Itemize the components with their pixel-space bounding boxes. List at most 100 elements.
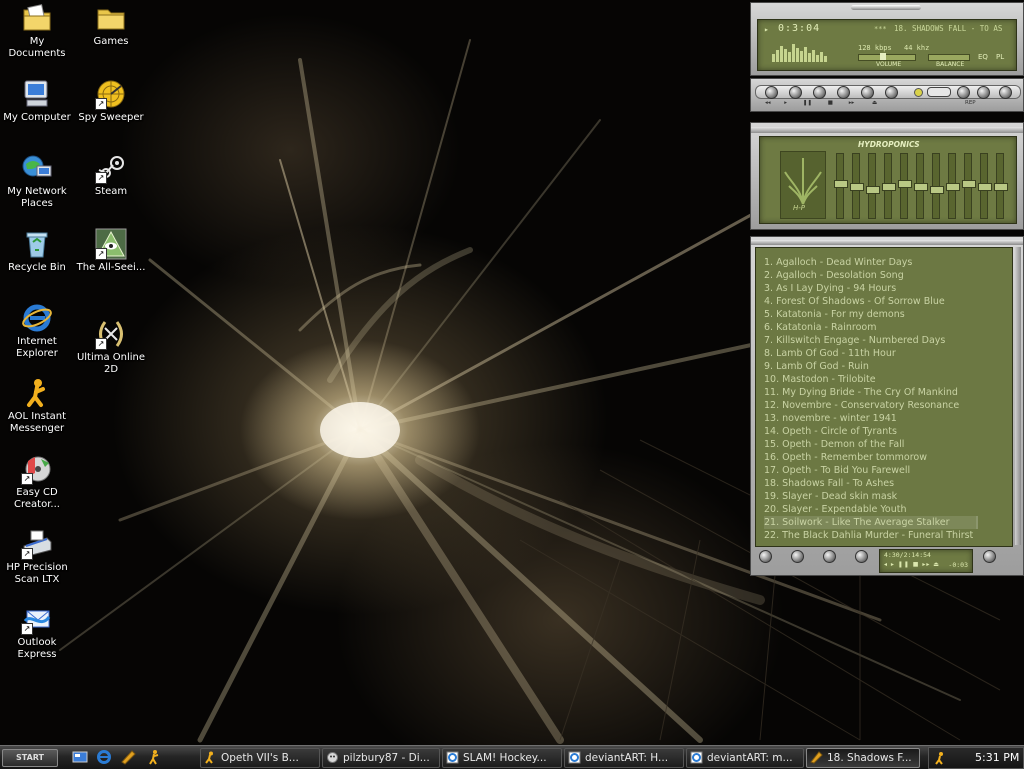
eq-band-slider[interactable] xyxy=(930,153,944,219)
playlist-scrollbar[interactable] xyxy=(1015,247,1021,545)
eq-band-handle[interactable] xyxy=(850,183,864,191)
playlist-track-row[interactable]: 5. Katatonia - For my demons 5:43 xyxy=(764,308,978,321)
taskbar-button[interactable]: 18. Shadows F... xyxy=(806,748,920,768)
add-button[interactable] xyxy=(759,550,772,563)
eq-band-handle[interactable] xyxy=(834,180,848,188)
taskbar-button[interactable]: Opeth VII's B... xyxy=(200,748,320,768)
winamp-equalizer[interactable]: HYDROPONICS H-P xyxy=(750,122,1024,230)
playlist-track-row[interactable]: 16. Opeth - Remember tommorow 5:00 xyxy=(764,451,978,464)
eq-band-handle[interactable] xyxy=(882,183,896,191)
remove-button[interactable] xyxy=(791,550,804,563)
volume-handle[interactable] xyxy=(880,53,886,60)
eq-band-slider[interactable] xyxy=(866,153,880,219)
select-button[interactable] xyxy=(823,550,836,563)
next-button[interactable] xyxy=(861,86,874,99)
playlist-track-row[interactable]: 12. Novembre - Conservatory Resonance 7:0… xyxy=(764,399,978,412)
desktop-icon-my-computer[interactable]: My Computer xyxy=(0,78,74,124)
playlist-track-row[interactable]: 1. Agalloch - Dead Winter Days 7:51 xyxy=(764,256,978,269)
winamp-playlist[interactable]: 1. Agalloch - Dead Winter Days7:512. Aga… xyxy=(750,236,1024,576)
playlist-track-row[interactable]: 7. Killswitch Engage - Numbered Days 3:35 xyxy=(764,334,978,347)
desktop-icon-spy-sweeper[interactable]: ↗ Spy Sweeper xyxy=(74,78,148,124)
taskbar-button[interactable]: pilzbury87 - Di... xyxy=(322,748,440,768)
eq-band-handle[interactable] xyxy=(994,183,1008,191)
balance-slider[interactable] xyxy=(928,54,970,61)
winamp-titlebar[interactable] xyxy=(851,5,921,10)
stop-button[interactable] xyxy=(837,86,850,99)
playlist-track-row[interactable]: 3. As I Lay Dying - 94 Hours 3:10 xyxy=(764,282,978,295)
playlist-track-row[interactable]: 2. Agalloch - Desolation Song 5:08 xyxy=(764,269,978,282)
desktop-icon-recycle-bin[interactable]: Recycle Bin xyxy=(0,228,74,274)
eq-band-handle[interactable] xyxy=(978,183,992,191)
taskbar-button[interactable]: deviantART: m... xyxy=(686,748,804,768)
playlist-track-row[interactable]: 13. novembre - winter 1941 6:36 xyxy=(764,412,978,425)
desktop-icon-hp-scan[interactable]: ↗ HP Precision Scan LTX xyxy=(0,528,74,586)
eq-band-slider[interactable] xyxy=(834,153,848,219)
playlist-track-row[interactable]: 8. Lamb Of God - 11th Hour 3:44 xyxy=(764,347,978,360)
ie-quicklaunch-icon[interactable] xyxy=(96,749,112,765)
eq-band-handle[interactable] xyxy=(898,180,912,188)
eq-band-slider[interactable] xyxy=(946,153,960,219)
playlist-track-row[interactable]: 18. Shadows Fall - To Ashes 6:01 xyxy=(764,477,978,490)
playlist-track-row[interactable]: 11. My Dying Bride - The Cry Of Mankind 1… xyxy=(764,386,978,399)
taskbar-button[interactable]: deviantART: H... xyxy=(564,748,684,768)
previous-button[interactable] xyxy=(765,86,778,99)
shuffle-button[interactable] xyxy=(927,87,951,97)
repeat-button[interactable] xyxy=(957,86,970,99)
aim-quicklaunch-icon[interactable] xyxy=(146,749,162,765)
eq-band-slider[interactable] xyxy=(978,153,992,219)
playlist-track-row[interactable]: 21. Soilwork - Like The Average Stalker4… xyxy=(764,516,978,529)
eq-band-slider[interactable] xyxy=(898,153,912,219)
options-button[interactable] xyxy=(977,86,990,99)
track-title: 14. Opeth - Circle of Tyrants xyxy=(764,426,897,437)
eq-band-handle[interactable] xyxy=(866,186,880,194)
eq-band-slider[interactable] xyxy=(882,153,896,219)
misc-button[interactable] xyxy=(855,550,868,563)
eq-band-handle[interactable] xyxy=(914,183,928,191)
desktop-icon-network-places[interactable]: My Network Places xyxy=(0,152,74,210)
desktop-icon-internet-explorer[interactable]: Internet Explorer xyxy=(0,302,74,360)
eq-band-slider[interactable] xyxy=(850,153,864,219)
playlist-toggle[interactable]: PL xyxy=(996,53,1004,61)
close-button[interactable] xyxy=(999,86,1012,99)
start-button[interactable]: START xyxy=(2,749,58,767)
clock[interactable]: 5:31 PM xyxy=(975,751,1019,764)
eq-band-slider[interactable] xyxy=(994,153,1008,219)
eq-band-slider[interactable] xyxy=(962,153,976,219)
aim-tray-icon[interactable] xyxy=(933,751,947,765)
playlist-track-row[interactable]: 15. Opeth - Demon of the Fall 6:13 xyxy=(764,438,978,451)
desktop-icon-games[interactable]: Games xyxy=(74,2,148,48)
eq-band-handle[interactable] xyxy=(962,180,976,188)
play-button[interactable] xyxy=(789,86,802,99)
eq-toggle[interactable]: EQ xyxy=(978,53,988,61)
playlist-track-row[interactable]: 20. Slayer - Expendable Youth 4:10 xyxy=(764,503,978,516)
desktop-icon-outlook-express[interactable]: ↗ Outlook Express xyxy=(0,603,74,661)
playlist-track-row[interactable]: 9. Lamb Of God - Ruin 3:54 xyxy=(764,360,978,373)
eq-band-handle[interactable] xyxy=(930,186,944,194)
playlist-track-row[interactable]: 22. The Black Dahlia Murder - Funeral Th… xyxy=(764,529,978,542)
playlist-track-row[interactable]: 4. Forest Of Shadows - Of Sorrow Blue 11:… xyxy=(764,295,978,308)
winamp-main-window[interactable]: ▸ 0:3:04 *** 18. SHADOWS FALL - TO AS 12… xyxy=(750,2,1024,76)
eq-band-slider[interactable] xyxy=(914,153,928,219)
eject-button[interactable] xyxy=(885,86,898,99)
volume-slider[interactable] xyxy=(858,54,916,61)
playlist-track-row[interactable]: 14. Opeth - Circle of Tyrants 5:15 xyxy=(764,425,978,438)
mini-transport-icon[interactable]: ◂ ▸ ❚❚ ■ ▸▸ ⏏ xyxy=(884,561,940,568)
desktop-icon-easy-cd-creator[interactable]: ↗ Easy CD Creator... xyxy=(0,453,74,511)
desktop-icon-my-documents[interactable]: My Documents xyxy=(0,2,74,60)
pause-button[interactable] xyxy=(813,86,826,99)
desktop-icon-ultima-online[interactable]: ↗ Ultima Online 2D xyxy=(74,318,148,376)
list-options-button[interactable] xyxy=(983,550,996,563)
desktop-icon-steam[interactable]: ↗ Steam xyxy=(74,152,148,198)
desktop-icon-aim[interactable]: AOL Instant Messenger xyxy=(0,377,74,435)
desktop-icon-all-seeing[interactable]: ↗ The All-Seei... xyxy=(74,228,148,274)
playlist-titlebar[interactable] xyxy=(751,240,1023,245)
media-icon[interactable] xyxy=(120,749,136,765)
taskbar-button[interactable]: SLAM! Hockey... xyxy=(442,748,562,768)
show-desktop-icon[interactable] xyxy=(72,749,88,765)
playlist-track-row[interactable]: 17. Opeth - To Bid You Farewell 10:56 xyxy=(764,464,978,477)
playlist-track-row[interactable]: 6. Katatonia - Rainroom 6:31 xyxy=(764,321,978,334)
eq-band-handle[interactable] xyxy=(946,183,960,191)
playlist-track-row[interactable]: 19. Slayer - Dead skin mask 5:19 xyxy=(764,490,978,503)
playlist-track-row[interactable]: 10. Mastodon - Trilobite 6:29 xyxy=(764,373,978,386)
eq-titlebar[interactable] xyxy=(751,127,1023,133)
